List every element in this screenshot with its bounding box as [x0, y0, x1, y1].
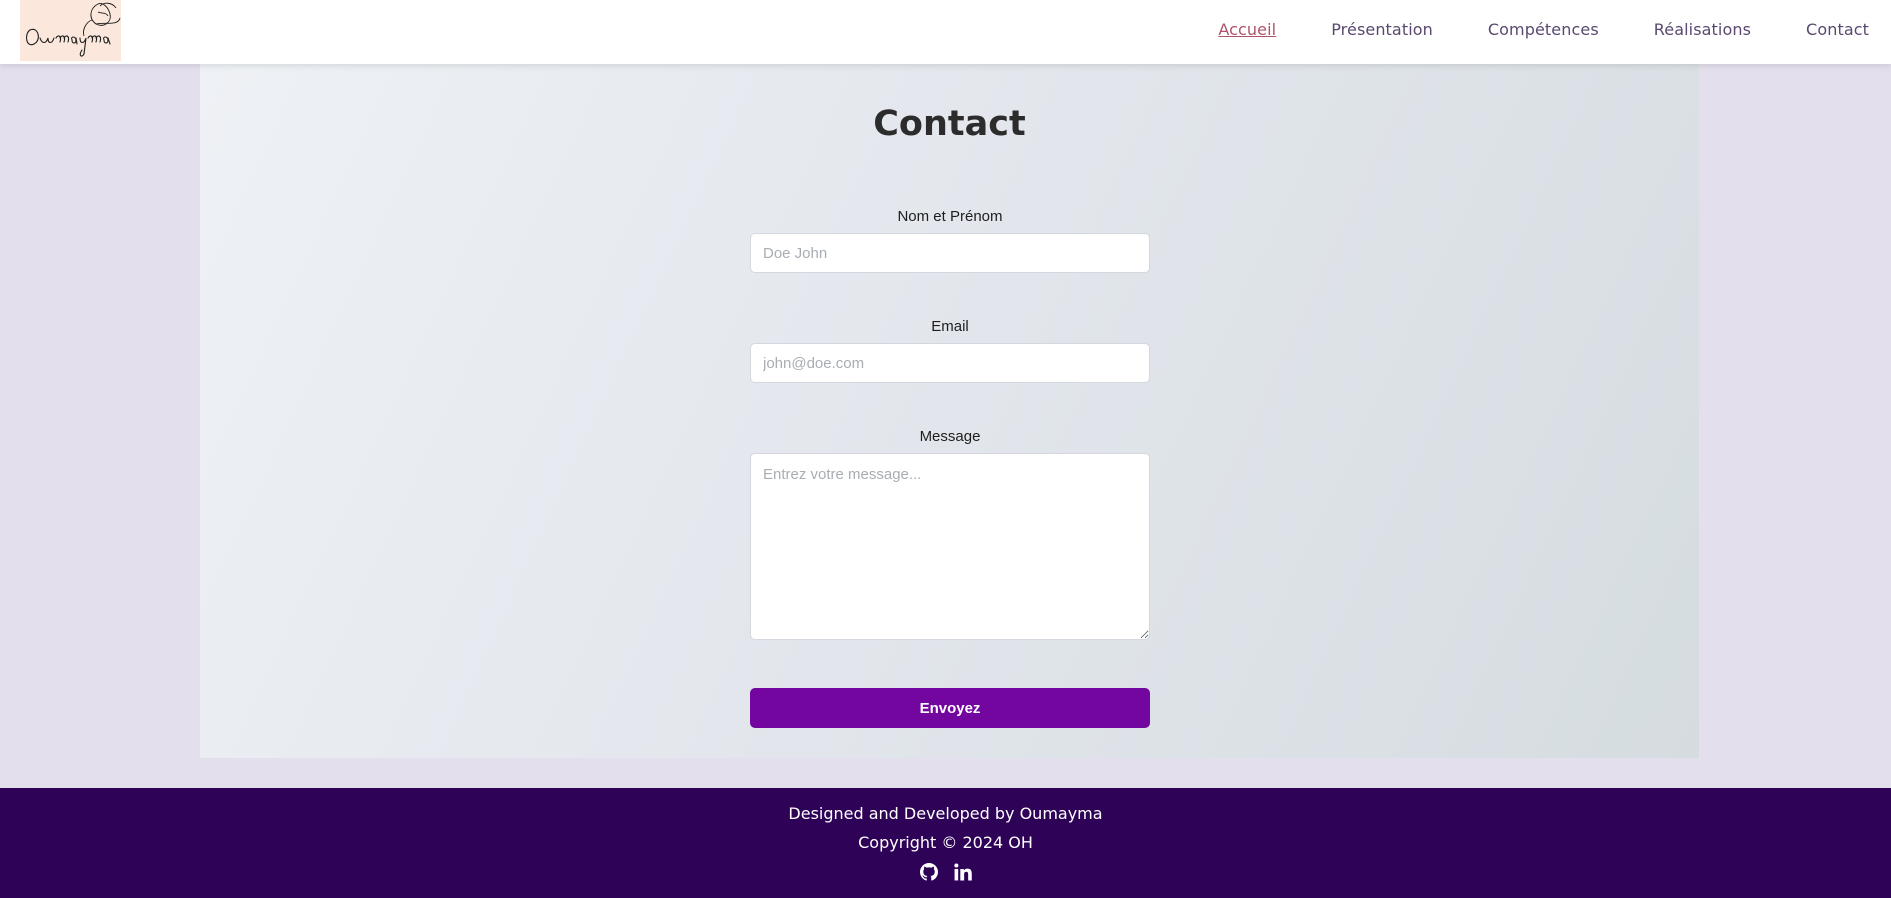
email-label: Email: [931, 318, 969, 335]
nav-link-realisations[interactable]: Réalisations: [1654, 20, 1751, 39]
nav-link-contact[interactable]: Contact: [1806, 20, 1869, 39]
email-field[interactable]: [750, 343, 1150, 383]
footer-credit: Designed and Developed by Oumayma: [788, 804, 1103, 823]
name-label: Nom et Prénom: [897, 208, 1003, 225]
message-label: Message: [919, 428, 981, 445]
submit-button[interactable]: Envoyez: [750, 688, 1150, 728]
main-nav: Accueil Présentation Compétences Réalisa…: [1218, 20, 1869, 39]
footer-copyright: Copyright © 2024 OH: [858, 833, 1033, 852]
linkedin-icon[interactable]: [953, 863, 972, 881]
contact-section: Contact Nom et Prénom Email Message Envo…: [200, 64, 1699, 758]
logo[interactable]: [20, 0, 121, 61]
nav-link-competences[interactable]: Compétences: [1488, 20, 1599, 39]
site-header: Accueil Présentation Compétences Réalisa…: [0, 0, 1891, 64]
name-field[interactable]: [750, 233, 1150, 273]
site-footer: Designed and Developed by Oumayma Copyri…: [0, 788, 1891, 898]
message-textarea[interactable]: [750, 453, 1150, 640]
github-icon[interactable]: [919, 863, 938, 881]
nav-link-presentation[interactable]: Présentation: [1331, 20, 1433, 39]
social-links: [0, 863, 1891, 881]
logo-image: [25, 2, 121, 57]
page-title: Contact: [873, 104, 1026, 144]
nav-link-accueil[interactable]: Accueil: [1218, 20, 1276, 39]
